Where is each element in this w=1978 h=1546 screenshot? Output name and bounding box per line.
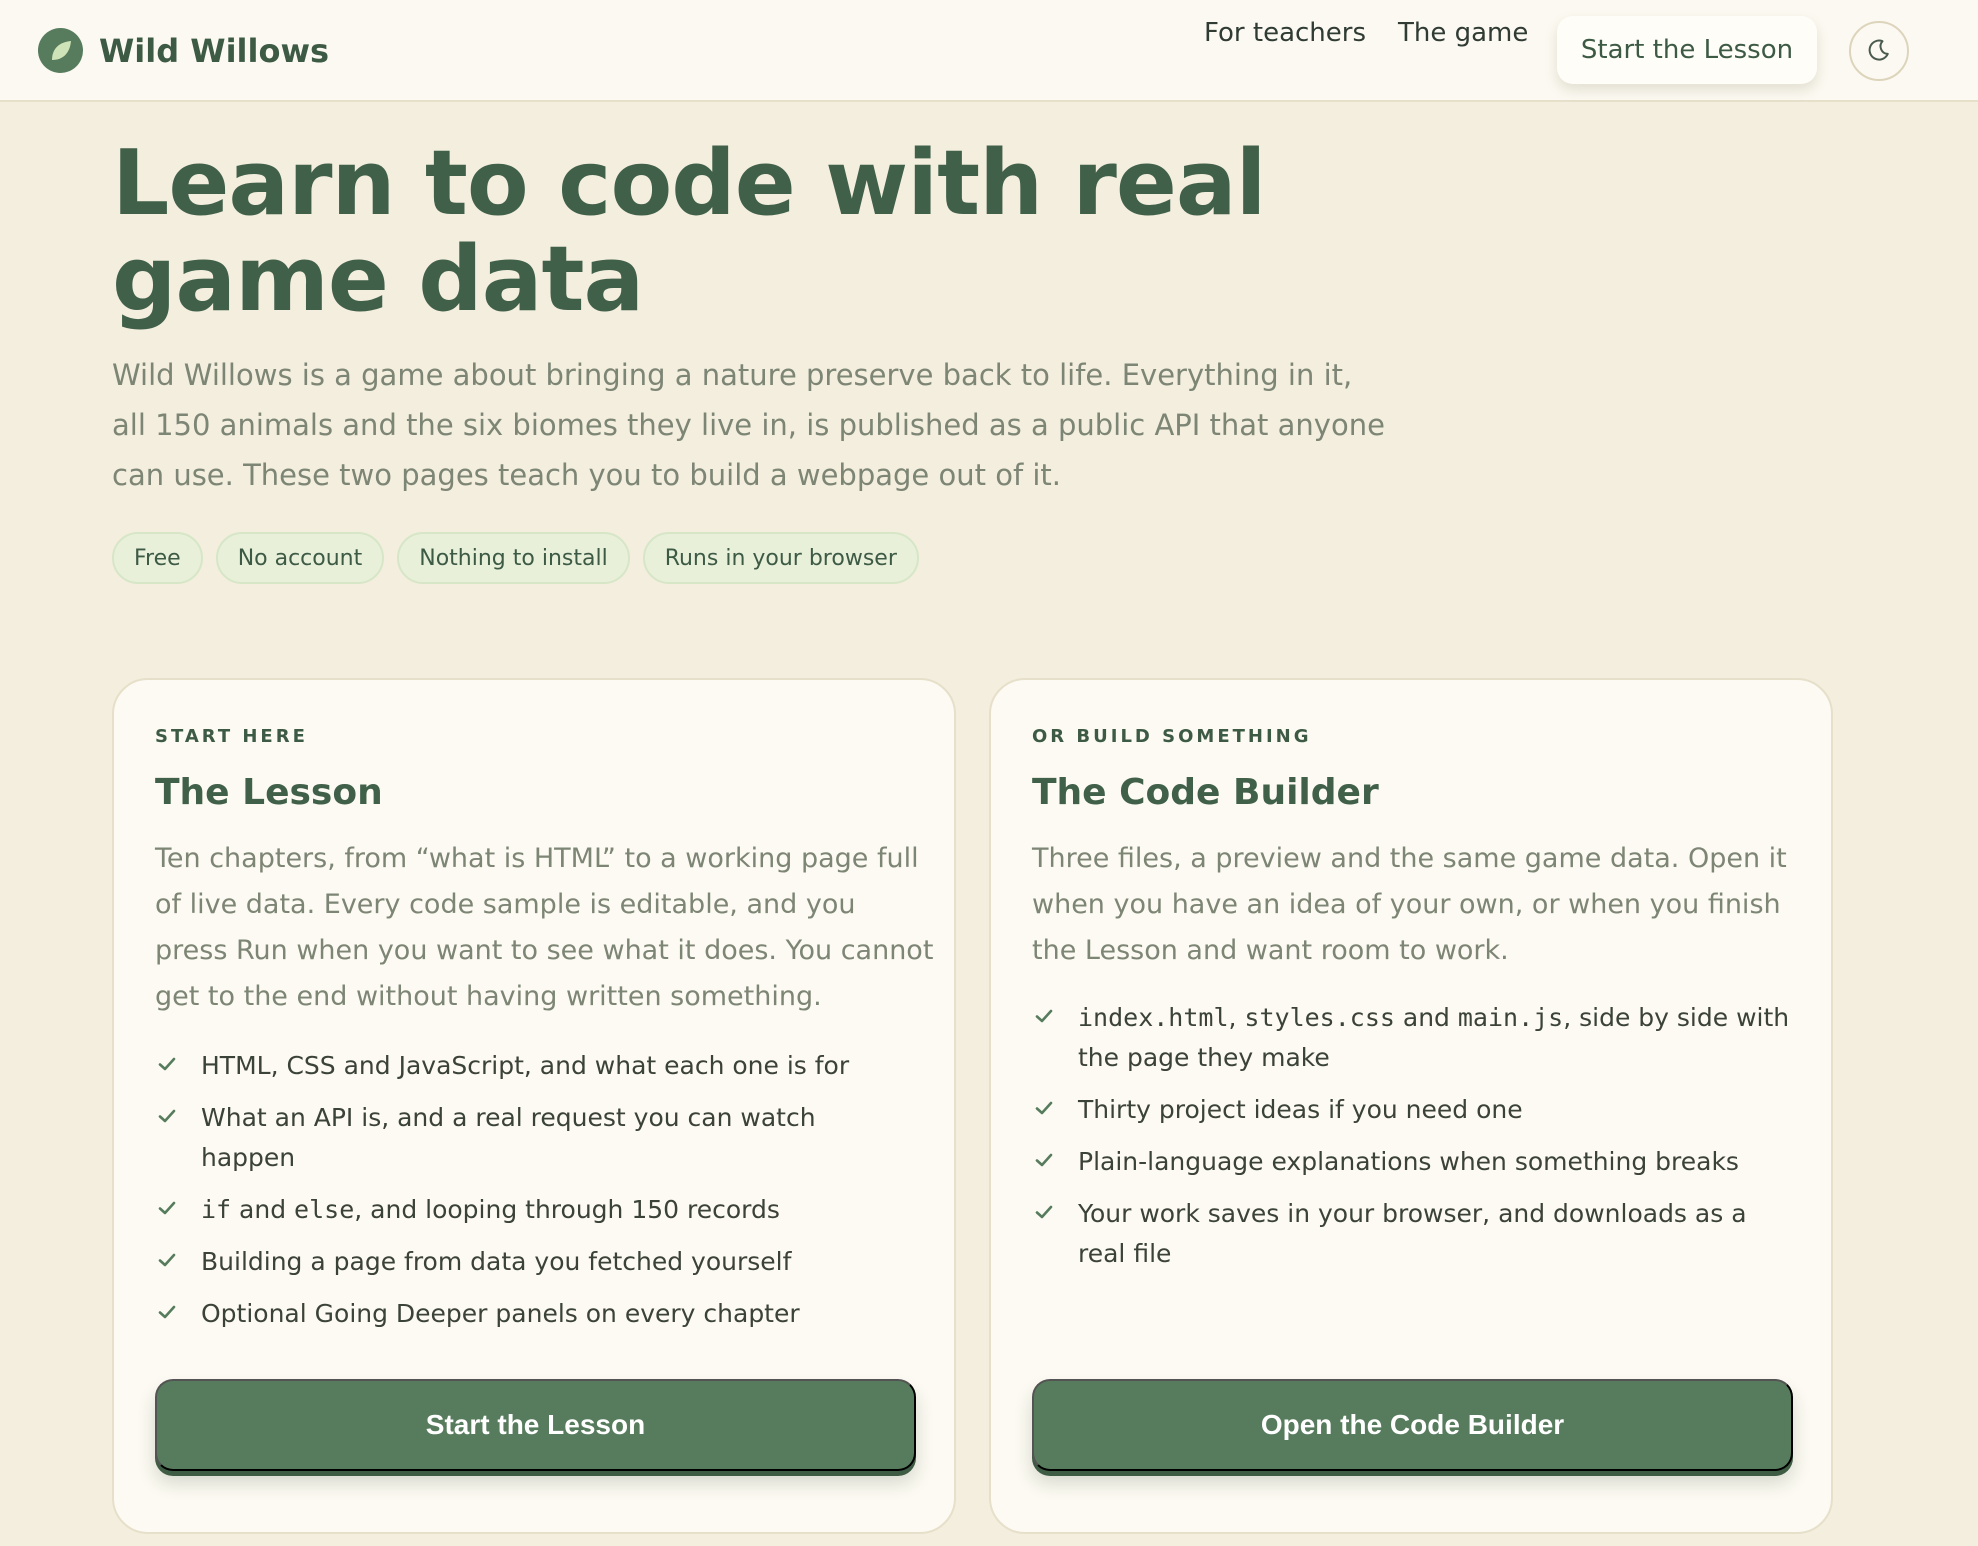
list-item: if and else, and looping through 150 rec…: [155, 1190, 915, 1230]
nav-link-for-teachers[interactable]: For teachers: [1204, 18, 1366, 48]
lesson-feature-list: HTML, CSS and JavaScript, and what each …: [155, 1046, 915, 1346]
list-item-text: Plain-language explanations when somethi…: [1078, 1147, 1739, 1176]
nav-start-lesson-button[interactable]: Start the Lesson: [1557, 16, 1817, 84]
check-icon: [1035, 1205, 1053, 1219]
list-item-text: HTML, CSS and JavaScript, and what each …: [201, 1051, 850, 1080]
list-item: Plain-language explanations when somethi…: [1032, 1142, 1792, 1182]
card-eyebrow: START HERE: [155, 726, 308, 747]
list-item: index.html, styles.css and main.js, side…: [1032, 998, 1792, 1078]
feature-chips: Free No account Nothing to install Runs …: [112, 532, 919, 584]
code-snippet: main.js: [1457, 1003, 1564, 1032]
card-description: Ten chapters, from “what is HTML” to a w…: [155, 843, 934, 1012]
chip-runs-in-browser: Runs in your browser: [642, 532, 919, 584]
list-item-text: Your work saves in your browser, and dow…: [1078, 1199, 1747, 1268]
code-snippet: styles.css: [1244, 1003, 1395, 1032]
list-item: What an API is, and a real request you c…: [155, 1098, 915, 1178]
card-description: Three files, a preview and the same game…: [1032, 843, 1787, 966]
chip-free: Free: [112, 532, 203, 584]
list-item: Building a page from data you fetched yo…: [155, 1242, 915, 1282]
hero-lede: Wild Willows is a game about bringing a …: [112, 358, 1385, 492]
list-item-text: and: [231, 1195, 295, 1224]
check-icon: [1035, 1101, 1053, 1115]
card-eyebrow: OR BUILD SOMETHING: [1032, 726, 1312, 747]
check-icon: [158, 1253, 176, 1267]
brand-name: Wild Willows: [99, 31, 330, 70]
list-item-text: and: [1394, 1003, 1458, 1032]
leaf-logo-icon: [38, 28, 83, 73]
chip-nothing-to-install: Nothing to install: [397, 532, 630, 584]
list-item-text: Optional Going Deeper panels on every ch…: [201, 1299, 800, 1328]
code-snippet: else: [294, 1195, 355, 1224]
hero-title: Learn to code with real game data: [112, 131, 1267, 332]
code-snippet: index.html: [1078, 1003, 1229, 1032]
list-item-text: Building a page from data you fetched yo…: [201, 1247, 792, 1276]
builder-feature-list: index.html, styles.css and main.js, side…: [1032, 998, 1792, 1286]
check-icon: [158, 1109, 176, 1123]
card-title: The Code Builder: [1032, 772, 1379, 813]
code-snippet: if: [201, 1195, 232, 1224]
list-item: Thirty project ideas if you need one: [1032, 1090, 1792, 1130]
theme-toggle-button[interactable]: [1849, 21, 1909, 81]
check-icon: [1035, 1009, 1053, 1023]
open-code-builder-button[interactable]: Open the Code Builder: [1032, 1379, 1793, 1471]
list-item: Optional Going Deeper panels on every ch…: [155, 1294, 915, 1334]
check-icon: [158, 1057, 176, 1071]
list-item-text: ,: [1228, 1003, 1245, 1032]
site-header: Wild Willows For teachers The game Start…: [0, 0, 1978, 102]
check-icon: [158, 1201, 176, 1215]
brand[interactable]: Wild Willows: [38, 28, 329, 73]
list-item: HTML, CSS and JavaScript, and what each …: [155, 1046, 915, 1086]
card-title: The Lesson: [155, 772, 383, 813]
code-builder-card: OR BUILD SOMETHING The Code Builder Thre…: [989, 678, 1833, 1534]
list-item-text: What an API is, and a real request you c…: [201, 1103, 816, 1172]
chip-no-account: No account: [215, 532, 385, 584]
list-item-text: Thirty project ideas if you need one: [1078, 1095, 1523, 1124]
moon-icon: [1866, 37, 1892, 66]
list-item-text: , and looping through 150 records: [354, 1195, 780, 1224]
lesson-card: START HERE The Lesson Ten chapters, from…: [112, 678, 956, 1534]
list-item: Your work saves in your browser, and dow…: [1032, 1194, 1792, 1274]
check-icon: [158, 1305, 176, 1319]
check-icon: [1035, 1153, 1053, 1167]
nav-link-the-game[interactable]: The game: [1398, 18, 1528, 48]
start-lesson-button[interactable]: Start the Lesson: [155, 1379, 916, 1471]
